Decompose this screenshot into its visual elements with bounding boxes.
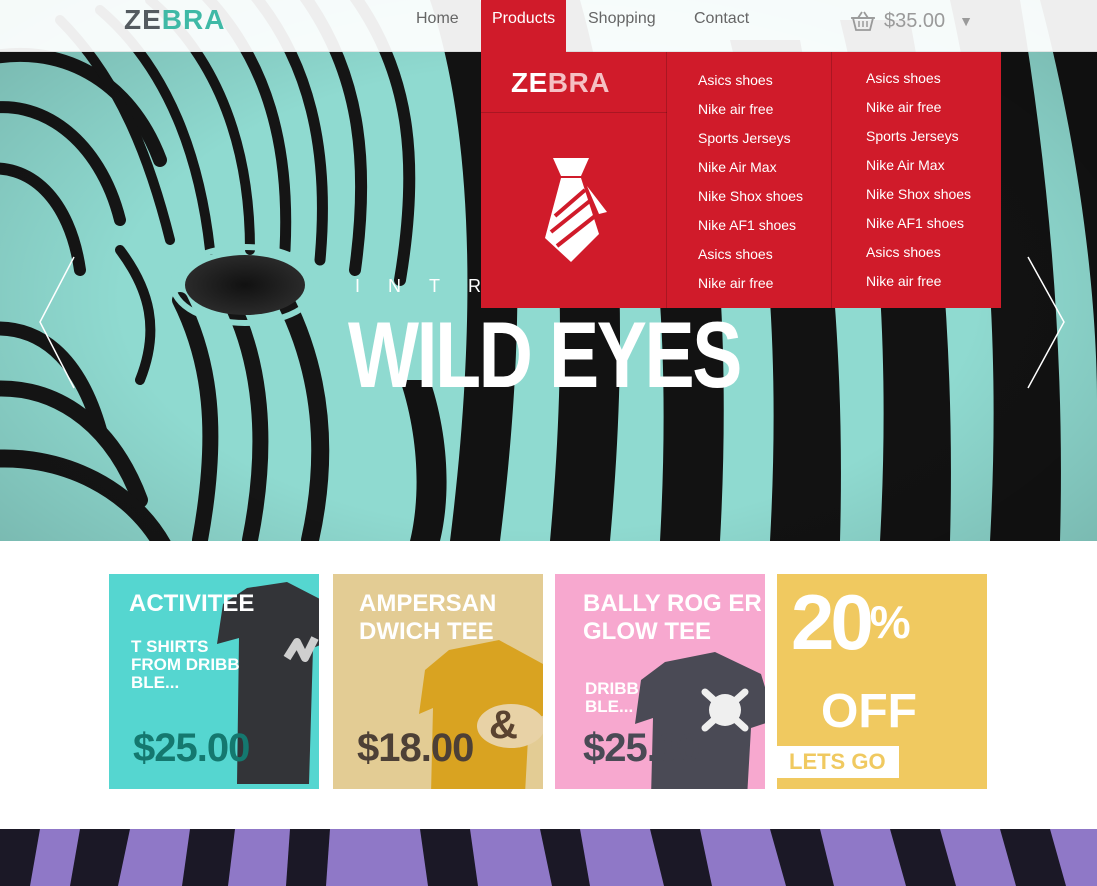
promo-card-activitee[interactable]: ACTIVITEE T SHIRTS FROM DRIBB BLE... $25… xyxy=(109,574,319,789)
caret-down-icon[interactable]: ▼ xyxy=(959,13,973,29)
menu-link[interactable]: Asics shoes xyxy=(832,238,997,267)
dropdown-logo-part-a: ZE xyxy=(511,67,548,98)
card-price: $25.00 xyxy=(583,726,700,770)
lets-go-button[interactable]: LETS GO xyxy=(777,746,899,778)
svg-text:&: & xyxy=(489,703,518,747)
basket-icon xyxy=(851,11,875,31)
dropdown-divider xyxy=(481,112,667,113)
cart-total: $35.00 xyxy=(884,9,946,32)
logo-part-b: BRA xyxy=(161,4,226,35)
card-title: AMPERSAN DWICH TEE xyxy=(359,590,497,645)
zebra-strip-image xyxy=(0,829,1097,886)
menu-link[interactable]: Nike air free xyxy=(832,267,997,296)
dropdown-column-2: Asics shoes Nike air free Sports Jerseys… xyxy=(831,52,997,308)
menu-link[interactable]: Nike air free xyxy=(832,93,997,122)
dropdown-logo-part-b: BRA xyxy=(547,67,610,98)
menu-link[interactable]: Nike AF1 shoes xyxy=(832,209,997,238)
menu-link[interactable]: Nike Shox shoes xyxy=(832,180,997,209)
promo-card-discount[interactable]: 20% OFF LETS GO xyxy=(777,574,987,789)
chevron-left-icon[interactable] xyxy=(36,255,76,390)
menu-link[interactable]: Sports Jerseys xyxy=(832,122,997,151)
nav-products[interactable]: Products xyxy=(481,0,567,52)
card-subtitle: DRIBB BLE... xyxy=(585,679,639,716)
promo-card-bally-roger[interactable]: BALLY ROG ER GLOW TEE DRIBB BLE... $25.0… xyxy=(555,574,765,789)
card-subtitle: T SHIRTS FROM DRIBB BLE... xyxy=(131,637,240,692)
logo-part-a: ZE xyxy=(124,4,162,35)
discount-value: 20 xyxy=(791,578,874,666)
card-title: ACTIVITEE xyxy=(129,590,255,617)
card-price: $18.00 xyxy=(357,726,474,770)
tie-icon xyxy=(545,158,607,262)
discount-percent: 20% xyxy=(791,578,911,666)
nav-contact[interactable]: Contact xyxy=(683,0,760,52)
nav-home[interactable]: Home xyxy=(405,0,470,52)
cart-summary[interactable]: $35.00 ▼ xyxy=(850,6,973,36)
card-title: BALLY ROG ER GLOW TEE xyxy=(583,590,762,645)
hero-title: WILD EYES xyxy=(348,302,742,407)
site-logo[interactable]: ZEBRA xyxy=(124,4,225,36)
chevron-right-icon[interactable] xyxy=(1026,255,1066,390)
top-navigation: ZEBRA Home Products Shopping Contact $35… xyxy=(0,0,1097,52)
promo-card-ampersandwich[interactable]: & AMPERSAN DWICH TEE $18.00 xyxy=(333,574,543,789)
menu-link[interactable]: Asics shoes xyxy=(832,64,997,93)
menu-link[interactable]: Nike Air Max xyxy=(832,151,997,180)
products-dropdown: ZEBRA Asics shoes Nike air free Sports J… xyxy=(481,52,1001,308)
nav-shopping[interactable]: Shopping xyxy=(577,0,667,52)
discount-off-label: OFF xyxy=(821,685,917,738)
dropdown-brand-panel: ZEBRA xyxy=(481,52,667,308)
bottom-zebra-banner xyxy=(0,829,1097,886)
dropdown-logo: ZEBRA xyxy=(511,67,610,99)
card-price: $25.00 xyxy=(133,726,250,770)
percent-sign: % xyxy=(869,596,911,648)
